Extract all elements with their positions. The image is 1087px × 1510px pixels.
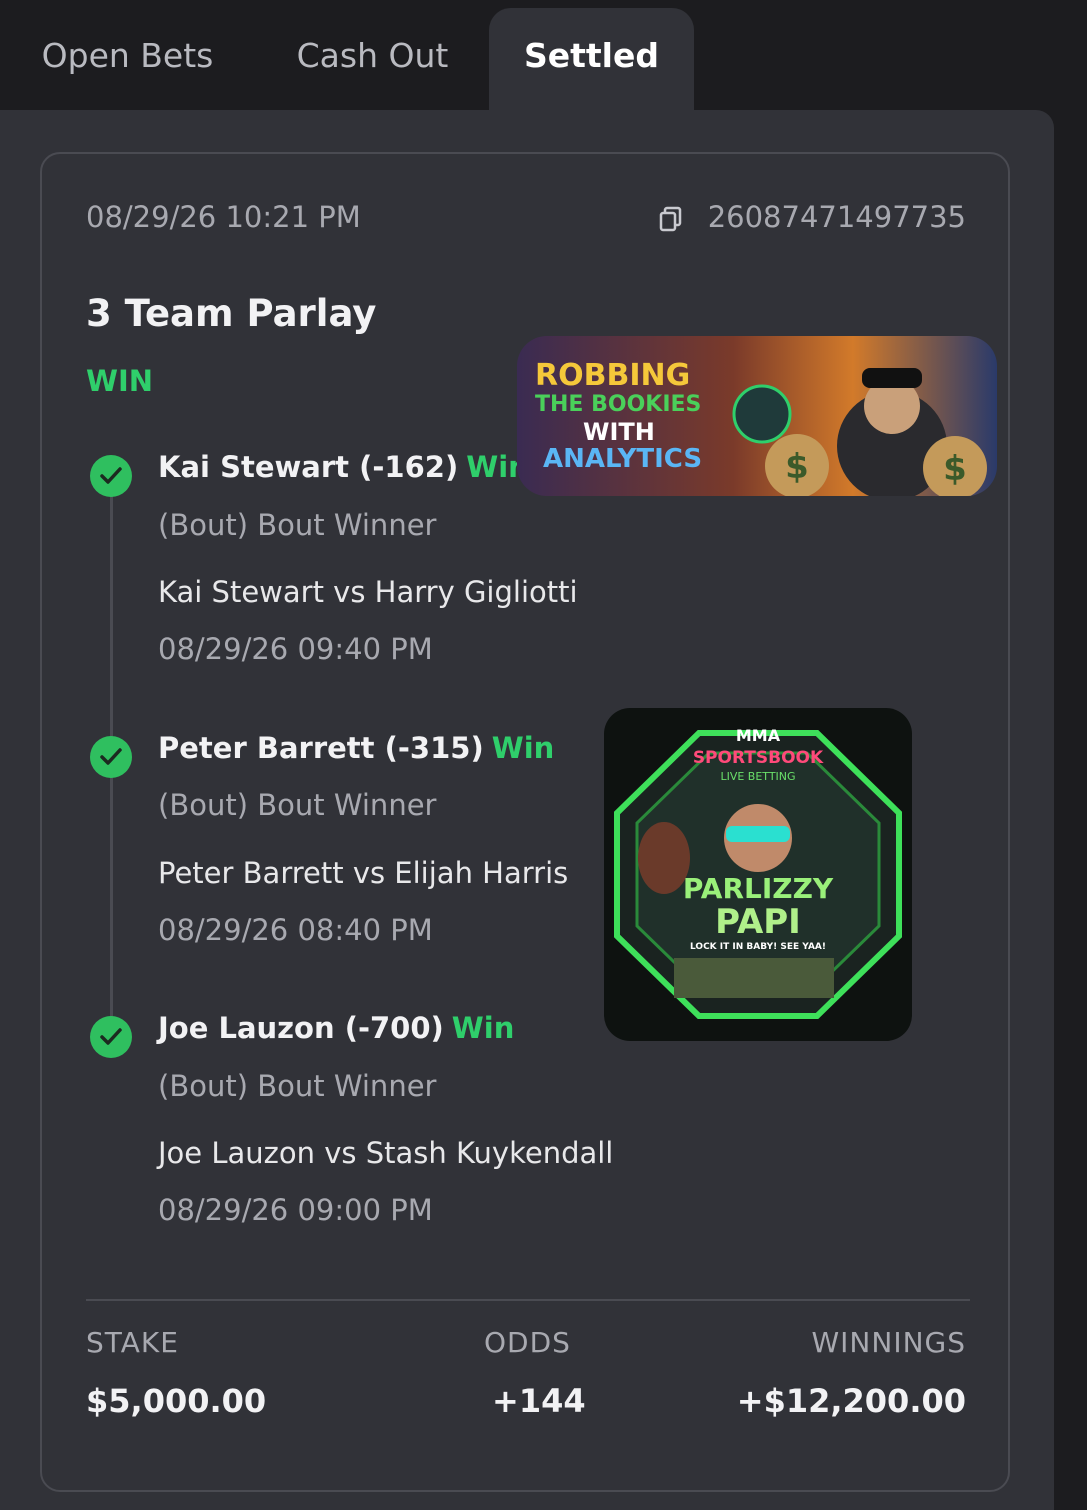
leg-event: Peter Barrett vs Elijah Harris	[158, 856, 569, 890]
leg-pick: Joe Lauzon (-700) Win	[158, 1011, 514, 1045]
stake-label: STAKE	[86, 1326, 179, 1359]
check-icon	[90, 1016, 132, 1058]
leg-date: 08/29/26 09:00 PM	[158, 1193, 433, 1227]
odds-label: ODDS	[484, 1326, 571, 1359]
odds-value: +144	[492, 1382, 586, 1420]
tab-open-bets[interactable]: Open Bets	[20, 8, 235, 112]
logo-name-2: PAPI	[715, 902, 801, 942]
leg-pick-label: Joe Lauzon (-700)	[158, 1011, 444, 1045]
leg-date: 08/29/26 09:40 PM	[158, 632, 433, 666]
promo-banner-image: $ $ ROBBING THE BOOKIES WITH ANALYTICS	[517, 336, 997, 496]
banner-line-1: ROBBING	[535, 358, 691, 393]
leg-date: 08/29/26 08:40 PM	[158, 913, 433, 947]
banner-line-3: WITH	[583, 418, 655, 446]
tab-cash-out[interactable]: Cash Out	[270, 8, 475, 112]
logo-sportsbook: SPORTSBOOK	[692, 748, 824, 768]
bet-title: 3 Team Parlay	[86, 292, 377, 335]
logo-live-betting: LIVE BETTING	[720, 770, 796, 783]
stake-value: $5,000.00	[86, 1382, 267, 1420]
bet-result: WIN	[86, 364, 154, 398]
leg-market: (Bout) Bout Winner	[158, 508, 437, 542]
bet-tabs: Open Bets Cash Out Settled	[0, 0, 1087, 112]
leg-status: Win	[491, 731, 555, 765]
leg-pick-label: Peter Barrett (-315)	[158, 731, 484, 765]
bet-placed-date: 08/29/26 10:21 PM	[86, 200, 361, 234]
leg-event: Joe Lauzon vs Stash Kuykendall	[158, 1136, 614, 1170]
leg-market: (Bout) Bout Winner	[158, 1069, 437, 1103]
leg-status: Win	[451, 1011, 515, 1045]
copy-icon[interactable]	[658, 206, 684, 232]
svg-text:$: $	[943, 449, 967, 489]
banner-line-2: THE BOOKIES	[535, 392, 702, 417]
check-icon	[90, 736, 132, 778]
banner-line-4: ANALYTICS	[543, 444, 703, 474]
sportsbook-logo-image: MMA SPORTSBOOK LIVE BETTING PARLIZZY PAP…	[604, 708, 912, 1041]
leg-pick: Peter Barrett (-315) Win	[158, 731, 554, 765]
leg-event: Kai Stewart vs Harry Gigliotti	[158, 575, 578, 609]
leg-pick-label: Kai Stewart (-162)	[158, 450, 459, 484]
leg-pick: Kai Stewart (-162) Win	[158, 450, 529, 484]
winnings-value: +$12,200.00	[736, 1382, 966, 1420]
leg-market: (Bout) Bout Winner	[158, 788, 437, 822]
svg-text:$: $	[785, 447, 809, 487]
logo-tagline: LOCK IT IN BABY! SEE YAA!	[690, 942, 826, 952]
winnings-label: WINNINGS	[811, 1326, 966, 1359]
logo-name-1: PARLIZZY	[682, 872, 834, 905]
tab-settled[interactable]: Settled	[489, 8, 694, 112]
summary-divider	[86, 1299, 970, 1301]
logo-mma: MMA	[735, 726, 781, 745]
check-icon	[90, 455, 132, 497]
bet-id[interactable]: 26087471497735	[708, 200, 966, 234]
